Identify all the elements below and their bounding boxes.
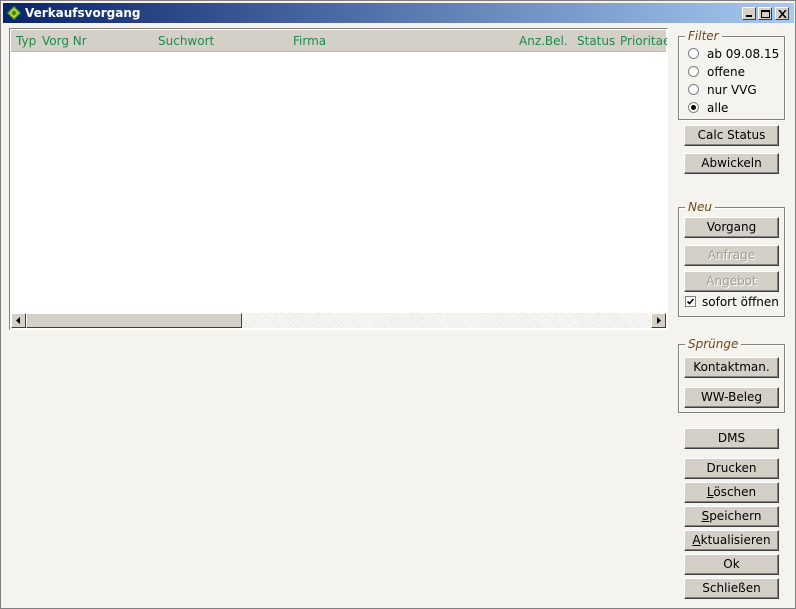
filter-group: Filter ab 09.08.15 offene nur VVG alle: [678, 28, 785, 120]
title-bar[interactable]: Verkaufsvorgang: [3, 3, 794, 23]
verkaufsvorgang-window: Verkaufsvorgang Typ Vorg Nr Suchwort Fir…: [0, 0, 796, 609]
column-firma[interactable]: Firma: [293, 34, 326, 48]
maximize-button[interactable]: [758, 7, 772, 20]
schliessen-button[interactable]: Schließen: [684, 578, 779, 599]
scrollbar-thumb[interactable]: [26, 313, 242, 328]
column-suchwort[interactable]: Suchwort: [158, 34, 214, 48]
angebot-button[interactable]: Angebot: [684, 271, 779, 292]
radio-checked-icon[interactable]: [688, 102, 699, 113]
kontaktman-button[interactable]: Kontaktman.: [684, 357, 779, 378]
aktualisieren-button[interactable]: Aktualisieren: [684, 530, 779, 551]
radio-icon[interactable]: [688, 48, 699, 59]
close-icon: [778, 10, 787, 18]
filter-group-title: Filter: [685, 28, 722, 44]
speichern-button[interactable]: Speichern: [684, 506, 779, 527]
loeschen-button[interactable]: Löschen: [684, 482, 779, 503]
filter-option-label: nur VVG: [707, 83, 757, 97]
vorgang-list[interactable]: Typ Vorg Nr Suchwort Firma Anz.Bel. Stat…: [9, 28, 668, 330]
column-vorg-nr[interactable]: Vorg Nr: [42, 34, 87, 48]
drucken-button[interactable]: Drucken: [684, 458, 779, 479]
arrow-left-icon: [16, 317, 20, 324]
radio-icon[interactable]: [688, 84, 699, 95]
column-status[interactable]: Status: [577, 34, 615, 48]
horizontal-scrollbar[interactable]: [11, 313, 666, 328]
column-anz-bel[interactable]: Anz.Bel.: [519, 34, 568, 48]
dms-button[interactable]: DMS: [684, 428, 779, 449]
scroll-left-button[interactable]: [11, 313, 26, 328]
maximize-icon: [761, 10, 770, 18]
minimize-icon: [746, 15, 752, 17]
aktualisieren-label: ktualisieren: [700, 533, 771, 547]
speichern-label: peichern: [709, 509, 762, 523]
checkbox-checked-icon[interactable]: [685, 296, 696, 307]
scroll-right-button[interactable]: [651, 313, 666, 328]
minimize-button[interactable]: [742, 7, 756, 20]
filter-option-label: alle: [707, 101, 729, 115]
list-header: Typ Vorg Nr Suchwort Firma Anz.Bel. Stat…: [11, 30, 667, 52]
column-prioritaet[interactable]: Prioritae: [620, 34, 667, 48]
column-typ[interactable]: Typ: [16, 34, 36, 48]
ww-beleg-button[interactable]: WW-Beleg: [684, 387, 779, 408]
anfrage-button[interactable]: Anfrage: [684, 245, 779, 266]
loeschen-label: öschen: [713, 485, 757, 499]
app-icon: [7, 6, 21, 20]
close-button[interactable]: [775, 7, 789, 20]
filter-option-label: ab 09.08.15: [707, 47, 780, 61]
spruenge-group-title: Sprünge: [685, 336, 742, 352]
calc-status-button[interactable]: Calc Status: [684, 125, 779, 146]
arrow-right-icon: [657, 317, 661, 324]
ok-button[interactable]: Ok: [684, 554, 779, 575]
vorgang-button[interactable]: Vorgang: [684, 217, 779, 238]
neu-group-title: Neu: [685, 199, 715, 215]
radio-icon[interactable]: [688, 66, 699, 77]
window-title: Verkaufsvorgang: [25, 6, 141, 20]
abwickeln-button[interactable]: Abwickeln: [684, 153, 779, 174]
aktualisieren-accel: A: [692, 533, 701, 547]
filter-option-label: offene: [707, 65, 745, 79]
sofort-oeffnen-label: sofort öffnen: [702, 295, 779, 309]
